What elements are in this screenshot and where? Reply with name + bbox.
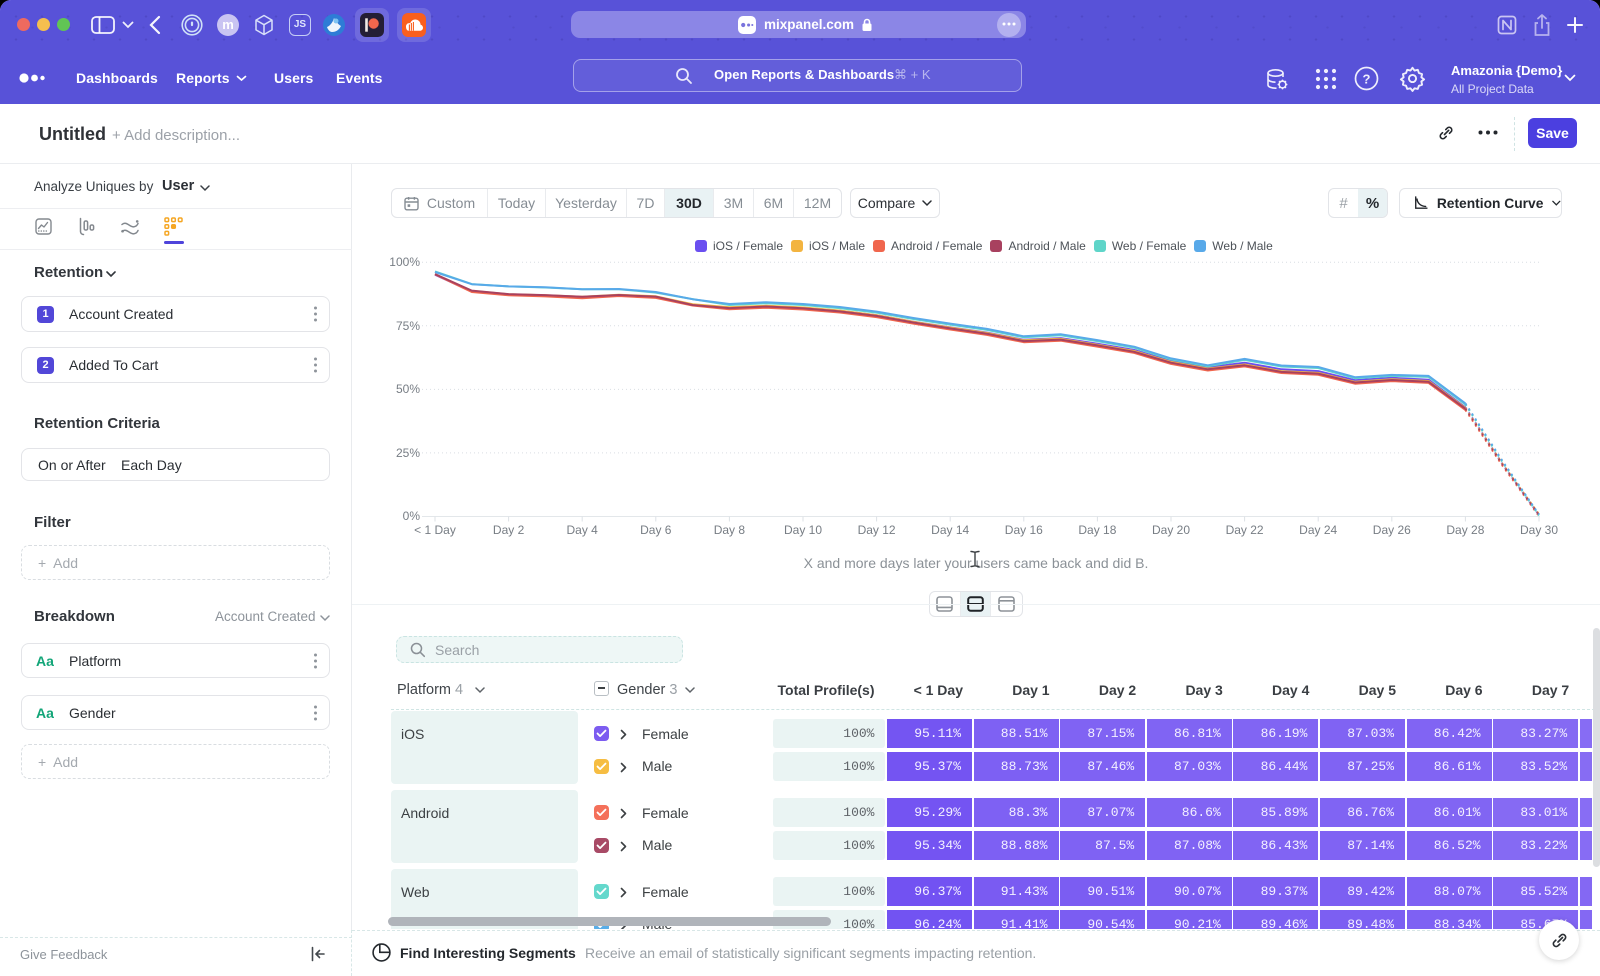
svg-text:?: ? — [1363, 72, 1371, 87]
